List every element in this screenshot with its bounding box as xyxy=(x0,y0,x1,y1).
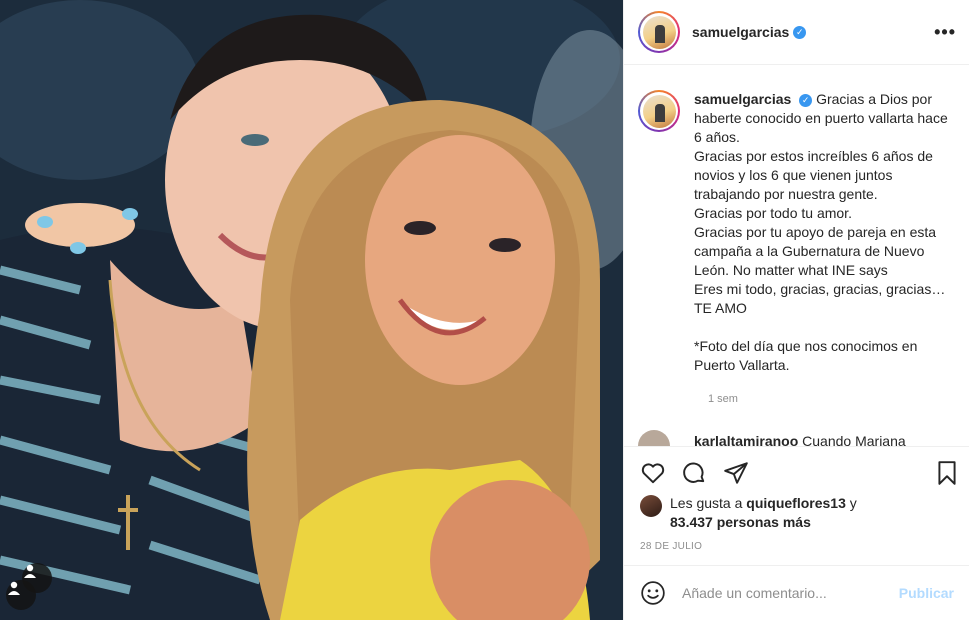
post-photo[interactable] xyxy=(0,0,623,620)
caption-avatar[interactable] xyxy=(638,90,680,132)
verified-badge-icon: ✓ xyxy=(799,93,813,107)
likes-summary: Les gusta a quiqueflores13 y 83.437 pers… xyxy=(640,494,960,534)
more-options-icon[interactable]: ••• xyxy=(934,22,956,43)
likes-conjunction: y xyxy=(849,495,857,511)
header-avatar[interactable] xyxy=(638,11,680,53)
header-username[interactable]: samuelgarcias xyxy=(692,24,789,40)
caption-line: Gracias por todo tu amor. xyxy=(694,205,852,221)
comment-input[interactable] xyxy=(682,585,899,601)
liker-username[interactable]: quiqueflores13 xyxy=(746,495,846,511)
post-date[interactable]: 28 DE JULIO xyxy=(640,541,702,552)
caption-timestamp[interactable]: 1 sem xyxy=(708,393,738,405)
caption-line: Gracias por estos increíbles 6 años de n… xyxy=(694,148,933,202)
share-icon[interactable] xyxy=(723,460,749,486)
user-tags-icon[interactable] xyxy=(6,580,36,610)
post-side-panel: samuelgarcias ✓ ••• samuelgarcias ✓ Grac… xyxy=(623,0,969,620)
caption-line: *Foto del día que nos conocimos en Puert… xyxy=(694,338,918,373)
comment-icon[interactable] xyxy=(681,460,707,486)
verified-badge-icon: ✓ xyxy=(793,25,807,39)
comment-body: Cuando Mariana xyxy=(802,433,906,446)
heart-icon[interactable] xyxy=(640,460,666,486)
post-caption: samuelgarcias ✓ Gracias a Dios por haber… xyxy=(638,90,958,430)
bookmark-icon[interactable] xyxy=(934,460,960,486)
likes-count[interactable]: 83.437 personas más xyxy=(670,514,811,530)
liker-avatar[interactable] xyxy=(640,495,662,517)
person-icon xyxy=(8,581,20,595)
caption-line: TE AMO xyxy=(694,300,747,316)
comment-item: karlaltamiranoo Cuando Mariana xyxy=(638,430,958,446)
publish-button[interactable]: Publicar xyxy=(899,585,954,601)
comment-username[interactable]: karlaltamiranoo xyxy=(694,433,798,446)
caption-username[interactable]: samuelgarcias xyxy=(694,91,791,107)
photo-illustration xyxy=(0,0,623,620)
avatar-image xyxy=(642,94,676,128)
add-comment-bar: Publicar xyxy=(624,565,969,620)
emoji-icon[interactable] xyxy=(640,580,666,606)
caption-line: samuelgarcias ✓ Gracias a Dios por haber… xyxy=(694,91,948,145)
caption-line: Gracias por tu apoyo de pareja en esta c… xyxy=(694,224,937,278)
avatar-image xyxy=(642,15,676,49)
caption-text: samuelgarcias ✓ Gracias a Dios por haber… xyxy=(694,90,956,430)
person-icon xyxy=(24,564,36,578)
comment-avatar[interactable] xyxy=(638,430,670,446)
caption-line: Eres mi todo, gracias, gracias, gracias… xyxy=(694,281,946,297)
post-actions xyxy=(624,446,969,498)
likes-text: Les gusta a quiqueflores13 y 83.437 pers… xyxy=(670,494,857,534)
comment-text: karlaltamiranoo Cuando Mariana xyxy=(694,433,906,446)
likes-prefix: Les gusta a xyxy=(670,495,743,511)
post-header: samuelgarcias ✓ ••• xyxy=(624,0,969,65)
